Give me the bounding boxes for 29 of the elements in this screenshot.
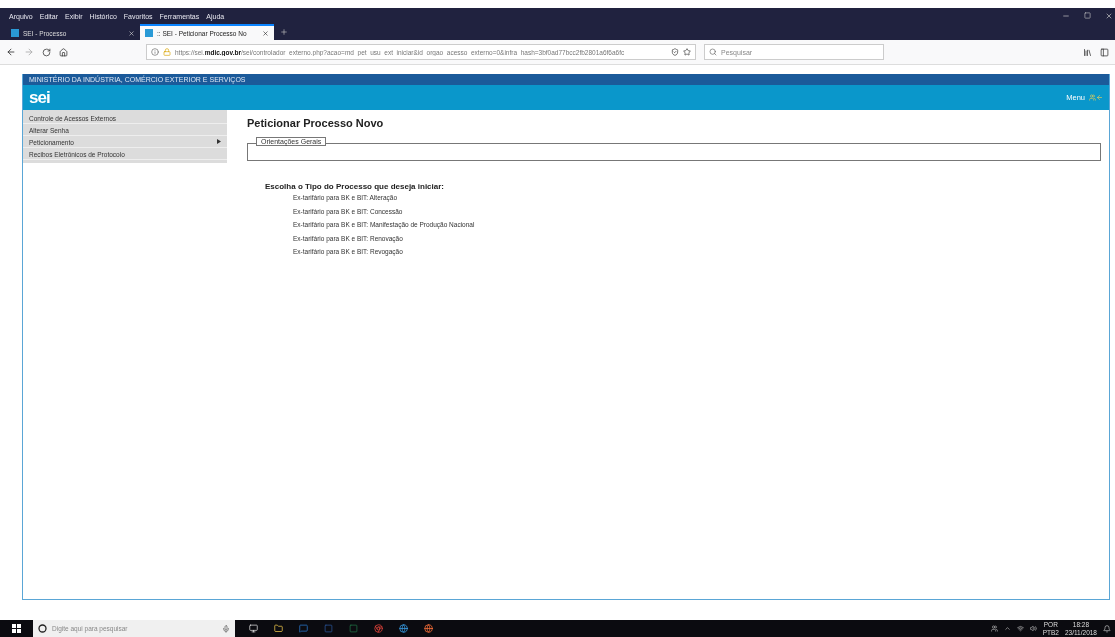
star-icon[interactable] xyxy=(683,48,691,56)
chevron-up-icon[interactable] xyxy=(1003,625,1011,632)
minimize-icon[interactable] xyxy=(1062,12,1070,20)
network-icon[interactable] xyxy=(1016,625,1024,632)
new-tab-icon[interactable] xyxy=(280,28,288,36)
volume-icon[interactable] xyxy=(1029,625,1037,632)
folder-icon[interactable] xyxy=(274,624,283,633)
windows-icon xyxy=(12,624,21,633)
sidebar-icon[interactable] xyxy=(1100,47,1109,57)
logo: sei xyxy=(29,87,50,108)
info-icon xyxy=(151,48,159,56)
back-icon[interactable] xyxy=(6,47,16,57)
task-view-icon[interactable] xyxy=(249,624,258,633)
home-icon[interactable] xyxy=(59,47,68,57)
favicon-icon xyxy=(11,29,19,37)
cortana-icon xyxy=(38,624,47,633)
library-icon[interactable] xyxy=(1083,47,1092,57)
people-icon[interactable] xyxy=(990,625,998,632)
prompt-text: Escolha o Tipo do Processo que deseja iniciar: xyxy=(265,182,445,191)
page-title: Peticionar Processo Novo xyxy=(247,117,385,129)
submenu-arrow-icon xyxy=(217,138,221,144)
close-icon[interactable] xyxy=(262,29,269,37)
search-icon xyxy=(709,48,717,56)
reload-icon[interactable] xyxy=(42,47,51,57)
mic-icon[interactable] xyxy=(222,624,230,633)
lock-icon xyxy=(163,48,171,56)
maximize-icon[interactable] xyxy=(1084,12,1091,19)
notifications-icon[interactable] xyxy=(1103,624,1111,633)
favicon-icon xyxy=(145,29,153,37)
